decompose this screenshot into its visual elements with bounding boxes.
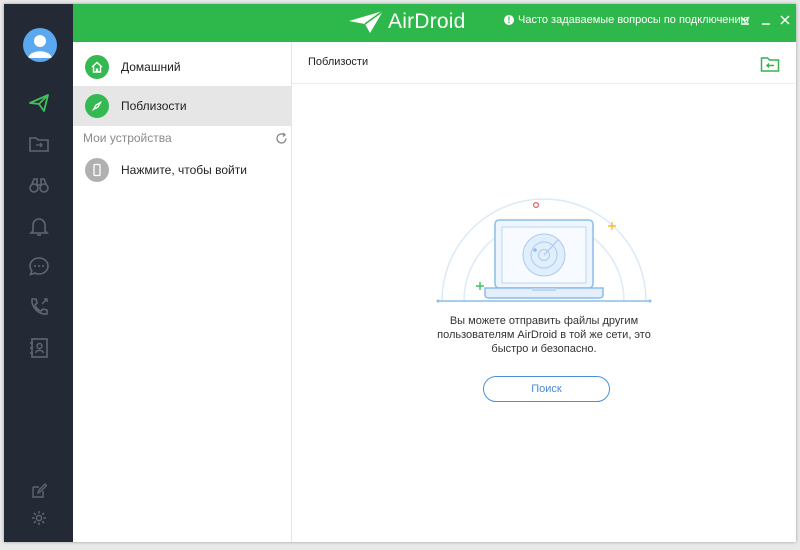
search-button[interactable]: Поиск [483, 376, 610, 402]
app-window: AirDroid ! Часто задаваемые вопросы по п… [4, 4, 796, 542]
nearby-description: Вы можете отправить файлы другим пользов… [392, 314, 696, 356]
file-transfer-icon[interactable] [24, 129, 54, 159]
description-line: пользователям AirDroid в той же сети, эт… [437, 329, 651, 341]
folder-icon[interactable] [760, 55, 780, 73]
sidebar-item-home[interactable]: Домашний [73, 47, 292, 87]
faq-label: Часто задаваемые вопросы по подключению [518, 14, 749, 26]
my-devices-header: Мои устройства [83, 131, 288, 145]
sidebar-item-label: Поблизости [121, 99, 187, 113]
airdroid-logo: AirDroid [348, 9, 465, 35]
page-title: Поблизости [308, 56, 369, 68]
top-bar: AirDroid ! Часто задаваемые вопросы по п… [73, 4, 796, 42]
radar-laptop-illustration [436, 198, 652, 303]
sidebar-panel: Домашний Поблизости Мои устройства Нажми… [73, 42, 292, 542]
description-line: Вы можете отправить файлы другим [449, 315, 639, 327]
left-rail [4, 4, 73, 542]
sidebar-item-login-device[interactable]: Нажмите, чтобы войти [73, 150, 292, 190]
avatar[interactable] [23, 28, 57, 62]
bell-icon[interactable] [24, 211, 54, 241]
settings-icon[interactable] [30, 509, 48, 527]
main-content: Поблизости Вы можете отправить файлы дру… [292, 42, 796, 542]
chat-icon[interactable] [24, 251, 54, 281]
sidebar-item-label: Домашний [121, 60, 181, 74]
faq-link[interactable]: ! Часто задаваемые вопросы по подключени… [504, 14, 749, 26]
info-icon: ! [504, 15, 514, 25]
section-title: Мои устройства [83, 131, 172, 145]
sidebar-item-label: Нажмите, чтобы войти [121, 163, 247, 177]
sidebar-item-nearby[interactable]: Поблизости [73, 86, 292, 126]
binoculars-icon[interactable] [24, 170, 54, 200]
contacts-icon[interactable] [24, 333, 54, 363]
paper-plane-logo-icon [349, 10, 384, 33]
close-button[interactable] [777, 12, 793, 28]
download-icon[interactable] [737, 12, 753, 28]
edit-icon[interactable] [30, 482, 48, 500]
compass-icon [85, 94, 109, 118]
home-icon [85, 55, 109, 79]
description-line: быстро и безопасно. [491, 343, 597, 355]
main-header: Поблизости [292, 42, 796, 84]
phone-icon [85, 158, 109, 182]
minimize-button[interactable] [758, 12, 774, 28]
refresh-icon[interactable] [275, 132, 288, 145]
logo-text: AirDroid [388, 10, 466, 33]
user-icon [28, 35, 52, 58]
call-icon[interactable] [24, 292, 54, 322]
send-icon[interactable] [24, 88, 54, 118]
